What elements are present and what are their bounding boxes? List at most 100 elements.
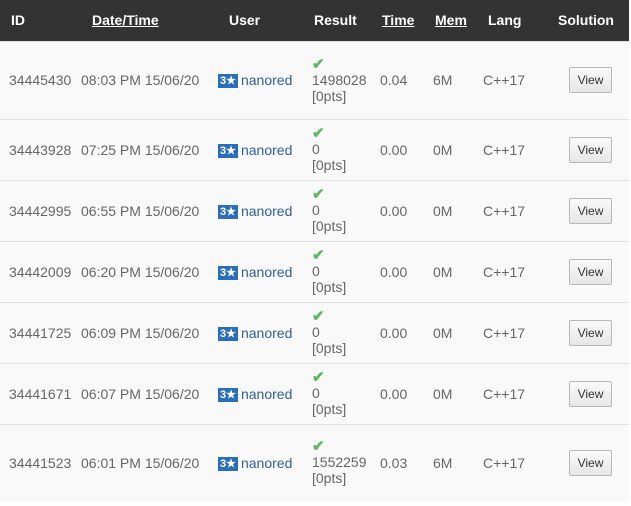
solution-cell: View xyxy=(552,424,629,501)
user-link[interactable]: nanored xyxy=(241,264,292,280)
view-solution-button[interactable]: View xyxy=(568,197,613,224)
submission-datetime: 08:03 PM 15/06/20 xyxy=(81,72,200,88)
solution-cell: View xyxy=(552,241,629,302)
user-link[interactable]: nanored xyxy=(241,203,292,219)
table-header: ID Date/Time User Result Time Mem Lang S… xyxy=(0,0,629,41)
col-datetime-header[interactable]: Date/Time xyxy=(81,0,218,41)
table-row: 34442995 06:55 PM 15/06/20 3★ nanored ✔ 0[… xyxy=(0,180,629,241)
view-solution-button[interactable]: View xyxy=(568,67,613,93)
user-cell: 3★ nanored xyxy=(218,302,312,363)
view-solution-button[interactable]: View xyxy=(568,449,613,476)
accepted-check-icon: ✔ xyxy=(312,247,325,264)
submission-id: 34441523 xyxy=(9,454,72,471)
result-cell: ✔ 0 [0pts] xyxy=(312,119,380,180)
col-solution-header: Solution xyxy=(558,12,614,29)
exec-time: 0.00 xyxy=(380,385,408,402)
result-points: [0pts] xyxy=(312,157,347,173)
language: C++17 xyxy=(483,454,526,471)
accepted-check-icon: ✔ xyxy=(312,308,325,325)
submission-datetime: 06:09 PM 15/06/20 xyxy=(81,324,200,341)
user-link[interactable]: nanored xyxy=(241,142,292,158)
result-cell: ✔ 0 [0pts] xyxy=(312,180,380,241)
col-user-header: User xyxy=(229,12,261,29)
col-id-header: ID xyxy=(11,12,25,29)
submission-datetime: 06:55 PM 15/06/20 xyxy=(81,202,200,219)
col-time-header[interactable]: Time xyxy=(380,0,433,41)
user-cell: 3★ nanored xyxy=(218,424,312,501)
table-row: 34443928 07:25 PM 15/06/20 3★ nanored ✔ 0[… xyxy=(0,119,629,180)
exec-time: 0.03 xyxy=(380,454,408,471)
solution-cell: View xyxy=(552,363,629,424)
user-link[interactable]: nanored xyxy=(241,325,292,341)
rating-badge: 3★ xyxy=(218,143,238,158)
accepted-check-icon: ✔ xyxy=(312,186,325,203)
rating-badge: 3★ xyxy=(218,204,238,219)
user-link[interactable]: nanored xyxy=(241,455,292,471)
user-cell: 3★ nanored xyxy=(218,41,312,119)
result-points: [0pts] xyxy=(312,401,347,417)
col-mem-header[interactable]: Mem xyxy=(433,0,483,41)
result-score: 0 xyxy=(312,141,320,157)
submission-id: 34445430 xyxy=(9,72,72,88)
table-row: 34445430 08:03 PM 15/06/20 3★ nanored ✔ 14… xyxy=(0,41,629,119)
submission-datetime: 06:01 PM 15/06/20 xyxy=(81,454,200,471)
language: C++17 xyxy=(483,202,526,219)
memory-used: 0M xyxy=(433,141,453,158)
col-result-header: Result xyxy=(314,12,357,29)
language: C++17 xyxy=(483,324,526,341)
exec-time: 0.00 xyxy=(380,263,408,280)
user-cell: 3★ nanored xyxy=(218,363,312,424)
result-points: [0pts] xyxy=(312,340,347,356)
result-cell: ✔ 1552259 [0pts] xyxy=(312,424,380,501)
result-score: 0 xyxy=(312,202,320,218)
submission-datetime: 06:20 PM 15/06/20 xyxy=(81,263,200,280)
rating-badge: 3★ xyxy=(218,326,238,341)
view-solution-button[interactable]: View xyxy=(568,258,613,285)
memory-used: 0M xyxy=(433,202,453,219)
result-cell: ✔ 1498028 [0pts] xyxy=(312,41,380,119)
accepted-check-icon: ✔ xyxy=(312,438,325,456)
exec-time: 0.04 xyxy=(380,72,408,88)
submission-datetime: 07:25 PM 15/06/20 xyxy=(81,141,200,158)
result-score: 0 xyxy=(312,263,320,279)
view-solution-button[interactable]: View xyxy=(568,380,613,407)
user-link[interactable]: nanored xyxy=(241,72,292,88)
user-cell: 3★ nanored xyxy=(218,241,312,302)
rating-badge: 3★ xyxy=(218,265,238,280)
accepted-check-icon: ✔ xyxy=(312,369,325,386)
rating-badge: 3★ xyxy=(218,456,238,471)
table-row: 34441671 06:07 PM 15/06/20 3★ nanored ✔ 0[… xyxy=(0,363,629,424)
accepted-check-icon: ✔ xyxy=(312,125,325,142)
result-cell: ✔ 0 [0pts] xyxy=(312,363,380,424)
result-score: 1498028 xyxy=(312,71,367,88)
exec-time: 0.00 xyxy=(380,202,408,219)
memory-used: 6M xyxy=(433,454,453,471)
view-solution-button[interactable]: View xyxy=(568,136,613,163)
result-score: 0 xyxy=(312,385,320,401)
accepted-check-icon: ✔ xyxy=(312,55,325,73)
result-points: [0pts] xyxy=(312,470,347,487)
result-cell: ✔ 0 [0pts] xyxy=(312,302,380,363)
rating-badge: 3★ xyxy=(218,387,238,402)
view-solution-button[interactable]: View xyxy=(568,319,613,346)
solution-cell: View xyxy=(552,302,629,363)
result-points: [0pts] xyxy=(312,218,347,234)
memory-used: 0M xyxy=(433,385,453,402)
table-row: 34441523 06:01 PM 15/06/20 3★ nanored ✔ 15… xyxy=(0,424,629,501)
submission-id: 34441725 xyxy=(9,324,72,341)
result-points: [0pts] xyxy=(312,87,347,104)
solution-cell: View xyxy=(552,180,629,241)
result-score: 1552259 xyxy=(312,454,367,471)
user-link[interactable]: nanored xyxy=(241,386,292,402)
submission-id: 34442995 xyxy=(9,202,72,219)
language: C++17 xyxy=(483,385,526,402)
result-cell: ✔ 0 [0pts] xyxy=(312,241,380,302)
exec-time: 0.00 xyxy=(380,324,408,341)
exec-time: 0.00 xyxy=(380,141,408,158)
user-cell: 3★ nanored xyxy=(218,119,312,180)
submission-id: 34442009 xyxy=(9,263,72,280)
language: C++17 xyxy=(483,141,526,158)
submission-datetime: 06:07 PM 15/06/20 xyxy=(81,385,200,402)
table-row: 34441725 06:09 PM 15/06/20 3★ nanored ✔ 0[… xyxy=(0,302,629,363)
submissions-table: ID Date/Time User Result Time Mem Lang S… xyxy=(0,0,629,501)
